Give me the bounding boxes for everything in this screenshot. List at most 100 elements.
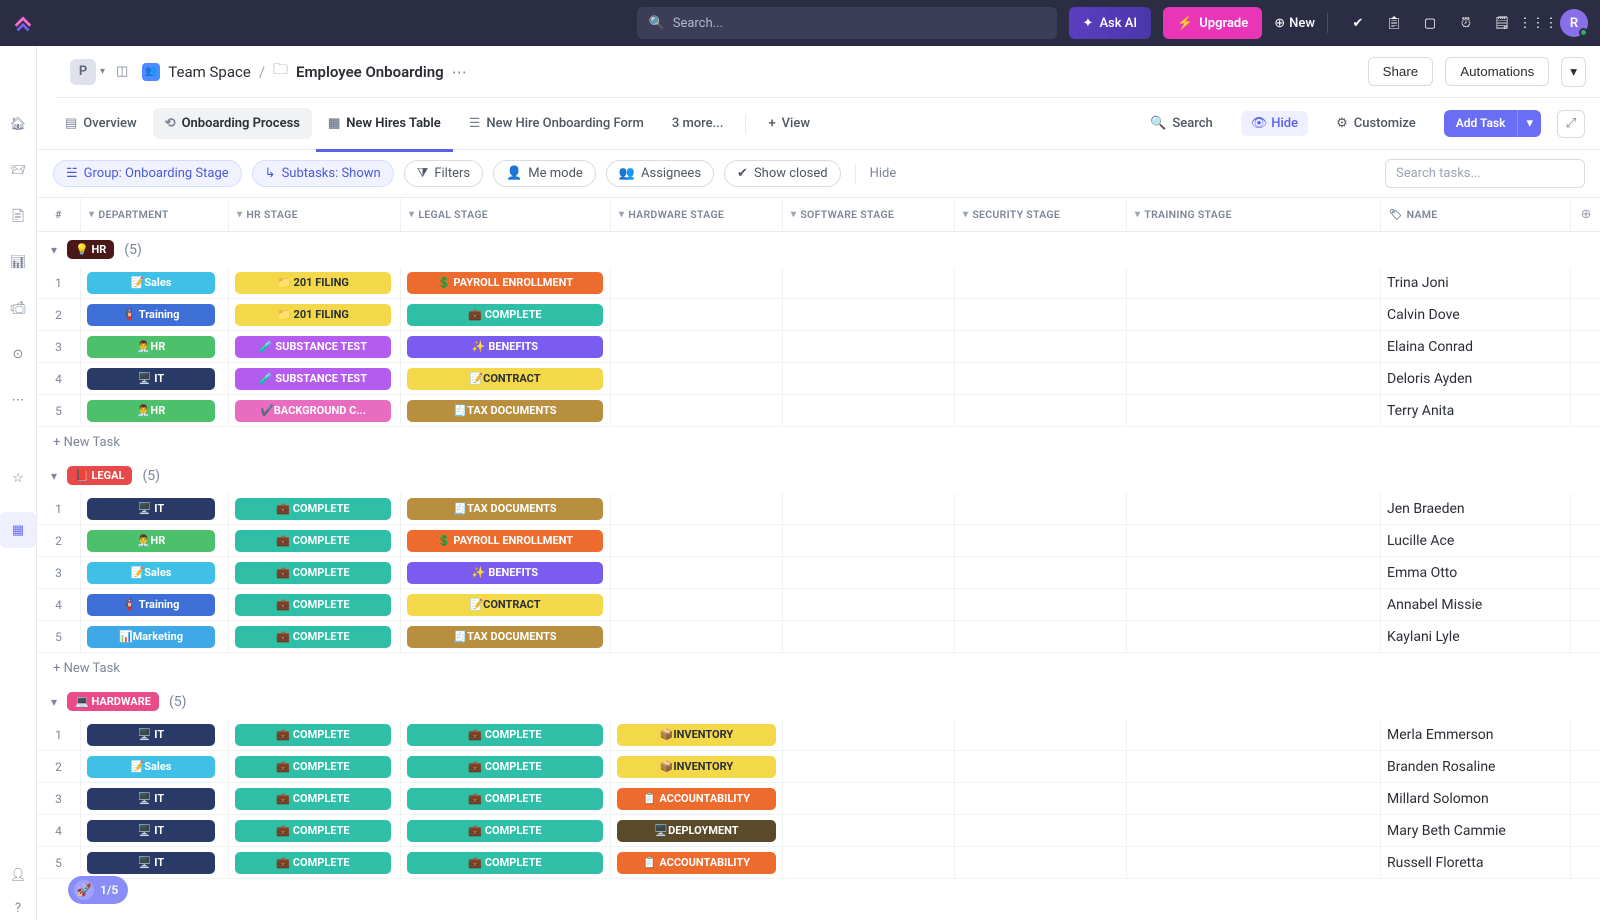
row-name[interactable]: Jen Braeden — [1381, 493, 1571, 524]
automations-caret[interactable]: ▾ — [1561, 57, 1586, 87]
hr-pill[interactable]: 💼 COMPLETE — [235, 530, 391, 552]
table-row[interactable]: 1 📝Sales 📁 201 FILING 💲 PAYROLL ENROLLME… — [37, 267, 1600, 299]
dept-pill[interactable]: 👨‍💼HR — [87, 336, 215, 358]
legal-pill[interactable]: 💼 COMPLETE — [407, 852, 603, 874]
add-view-button[interactable]: +View — [756, 108, 822, 139]
row-name[interactable]: Calvin Dove — [1381, 299, 1571, 330]
th-name[interactable]: 🏷NAME — [1381, 198, 1571, 231]
ask-ai-button[interactable]: ✦ Ask AI — [1069, 7, 1152, 39]
hr-pill[interactable]: 📁 201 FILING — [235, 272, 391, 294]
workspace-badge[interactable]: P — [70, 59, 96, 85]
row-name[interactable]: Merla Emmerson — [1381, 719, 1571, 750]
breadcrumb-current[interactable]: Employee Onboarding — [296, 63, 444, 81]
legal-pill[interactable]: 💼 COMPLETE — [407, 304, 603, 326]
docs-icon[interactable]: 📄︎ — [6, 204, 30, 228]
tab-new-hires[interactable]: ▦New Hires Table — [316, 108, 453, 139]
table-row[interactable]: 2 🧯 Training 📁 201 FILING 💼 COMPLETE Cal… — [37, 299, 1600, 331]
th-hardware-stage[interactable]: ▾HARDWARE STAGE — [611, 198, 783, 231]
group-chip[interactable]: ☱Group: Onboarding Stage — [53, 160, 242, 187]
expand-icon[interactable]: ⤢ — [1557, 110, 1585, 138]
workspace-caret[interactable]: ▾ — [100, 66, 105, 77]
hr-pill[interactable]: 💼 COMPLETE — [235, 626, 391, 648]
legal-pill[interactable]: 💼 COMPLETE — [407, 724, 603, 746]
th-legal-stage[interactable]: ▾LEGAL STAGE — [401, 198, 611, 231]
user-avatar[interactable]: R — [1560, 9, 1588, 37]
subtasks-chip[interactable]: ↳Subtasks: Shown — [252, 160, 394, 187]
legal-pill[interactable]: 🧾TAX DOCUMENTS — [407, 626, 603, 648]
dept-pill[interactable]: 👨‍💼HR — [87, 530, 215, 552]
table-row[interactable]: 3 👨‍💼HR 🧪 SUBSTANCE TEST ✨ BENEFITS Elai… — [37, 331, 1600, 363]
legal-pill[interactable]: ✨ BENEFITS — [407, 562, 603, 584]
home-icon[interactable]: 🏠︎ — [6, 112, 30, 136]
row-name[interactable]: Terry Anita — [1381, 395, 1571, 426]
row-name[interactable]: Millard Solomon — [1381, 783, 1571, 814]
th-department[interactable]: ▾DEPARTMENT — [81, 198, 229, 231]
th-hr-stage[interactable]: ▾HR STAGE — [229, 198, 401, 231]
table-row[interactable]: 4 🧯 Training 💼 COMPLETE 📝CONTRACT Annabe… — [37, 589, 1600, 621]
dept-pill[interactable]: 🧯 Training — [87, 594, 215, 616]
onboarding-progress[interactable]: 🚀 1/5 — [68, 876, 128, 904]
row-name[interactable]: Elaina Conrad — [1381, 331, 1571, 362]
add-task-button[interactable]: Add Task — [1444, 110, 1518, 137]
hide-toggle[interactable]: 👁Hide — [1241, 111, 1308, 136]
help-icon[interactable]: ? — [15, 901, 21, 916]
legal-pill[interactable]: 💲 PAYROLL ENROLLMENT — [407, 530, 603, 552]
alarm-icon[interactable]: ⏰︎ — [1456, 13, 1476, 33]
me-mode-chip[interactable]: 👤Me mode — [493, 160, 596, 187]
app-logo[interactable] — [12, 12, 34, 34]
th-software-stage[interactable]: ▾SOFTWARE STAGE — [783, 198, 955, 231]
hardware-pill[interactable]: 📦INVENTORY — [617, 756, 776, 778]
global-search[interactable]: 🔍 Search... — [637, 7, 1057, 39]
search-tasks-input[interactable]: Search tasks... — [1385, 159, 1585, 188]
hr-pill[interactable]: 💼 COMPLETE — [235, 756, 391, 778]
row-name[interactable]: Deloris Ayden — [1381, 363, 1571, 394]
dept-pill[interactable]: 📊Marketing — [87, 626, 215, 648]
row-name[interactable]: Annabel Missie — [1381, 589, 1571, 620]
th-security-stage[interactable]: ▾SECURITY STAGE — [955, 198, 1127, 231]
breadcrumb-more-icon[interactable]: ⋯ — [452, 63, 467, 81]
hr-pill[interactable]: 💼 COMPLETE — [235, 820, 391, 842]
automations-button[interactable]: Automations — [1445, 57, 1549, 86]
apps-icon[interactable]: ⋮⋮⋮ — [1528, 13, 1548, 33]
legal-pill[interactable]: 📝CONTRACT — [407, 594, 603, 616]
invite-icon[interactable]: 👤︎ — [10, 868, 27, 883]
tab-more[interactable]: 3 more... — [660, 108, 736, 139]
dept-pill[interactable]: 📝Sales — [87, 562, 215, 584]
clips-icon[interactable]: 📹︎ — [6, 296, 30, 320]
legal-pill[interactable]: 🧾TAX DOCUMENTS — [407, 498, 603, 520]
notes-icon[interactable]: 🗒︎ — [1492, 13, 1512, 33]
breadcrumb-team[interactable]: Team Space — [168, 63, 251, 81]
customize-button[interactable]: ⚙Customize — [1324, 108, 1428, 139]
legal-pill[interactable]: 💲 PAYROLL ENROLLMENT — [407, 272, 603, 294]
hardware-pill[interactable]: 📋 ACCOUNTABILITY — [617, 852, 776, 874]
legal-pill[interactable]: ✨ BENEFITS — [407, 336, 603, 358]
dept-pill[interactable]: 🖥️ IT — [87, 498, 215, 520]
show-closed-chip[interactable]: ✔Show closed — [724, 160, 841, 187]
new-button[interactable]: ⊕ New — [1274, 16, 1315, 31]
dept-pill[interactable]: 🖥️ IT — [87, 852, 215, 874]
row-name[interactable]: Trina Joni — [1381, 267, 1571, 298]
star-icon[interactable]: ☆ — [6, 466, 30, 490]
dept-pill[interactable]: 🧯 Training — [87, 304, 215, 326]
dept-pill[interactable]: 👨‍💼HR — [87, 400, 215, 422]
hr-pill[interactable]: 🧪 SUBSTANCE TEST — [235, 368, 391, 390]
row-name[interactable]: Emma Otto — [1381, 557, 1571, 588]
th-training-stage[interactable]: ▾TRAINING STAGE — [1127, 198, 1381, 231]
assignees-chip[interactable]: 👥Assignees — [606, 160, 714, 187]
check-icon[interactable]: ✔︎ — [1348, 13, 1368, 33]
more-icon[interactable]: ⋯ — [6, 388, 30, 412]
search-toggle[interactable]: 🔍Search — [1138, 108, 1225, 139]
legal-pill[interactable]: 💼 COMPLETE — [407, 788, 603, 810]
table-row[interactable]: 3 🖥️ IT 💼 COMPLETE 💼 COMPLETE 📋 ACCOUNTA… — [37, 783, 1600, 815]
table-row[interactable]: 5 📊Marketing 💼 COMPLETE 🧾TAX DOCUMENTS K… — [37, 621, 1600, 653]
dept-pill[interactable]: 🖥️ IT — [87, 368, 215, 390]
hr-pill[interactable]: 📁 201 FILING — [235, 304, 391, 326]
hr-pill[interactable]: 💼 COMPLETE — [235, 594, 391, 616]
tab-overview[interactable]: ▤Overview — [53, 108, 149, 139]
group-header[interactable]: ▾ 💻 HARDWARE (5) — [37, 684, 1600, 719]
table-row[interactable]: 2 👨‍💼HR 💼 COMPLETE 💲 PAYROLL ENROLLMENT … — [37, 525, 1600, 557]
hr-pill[interactable]: 💼 COMPLETE — [235, 852, 391, 874]
row-name[interactable]: Mary Beth Cammie — [1381, 815, 1571, 846]
panel-toggle-icon[interactable]: ◫ — [116, 64, 128, 79]
legal-pill[interactable]: 📝CONTRACT — [407, 368, 603, 390]
